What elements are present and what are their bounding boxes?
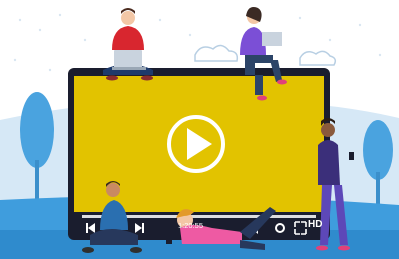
hd-quality-label[interactable]: HD [308,219,322,230]
time-display: 1:20:55 [178,221,204,230]
